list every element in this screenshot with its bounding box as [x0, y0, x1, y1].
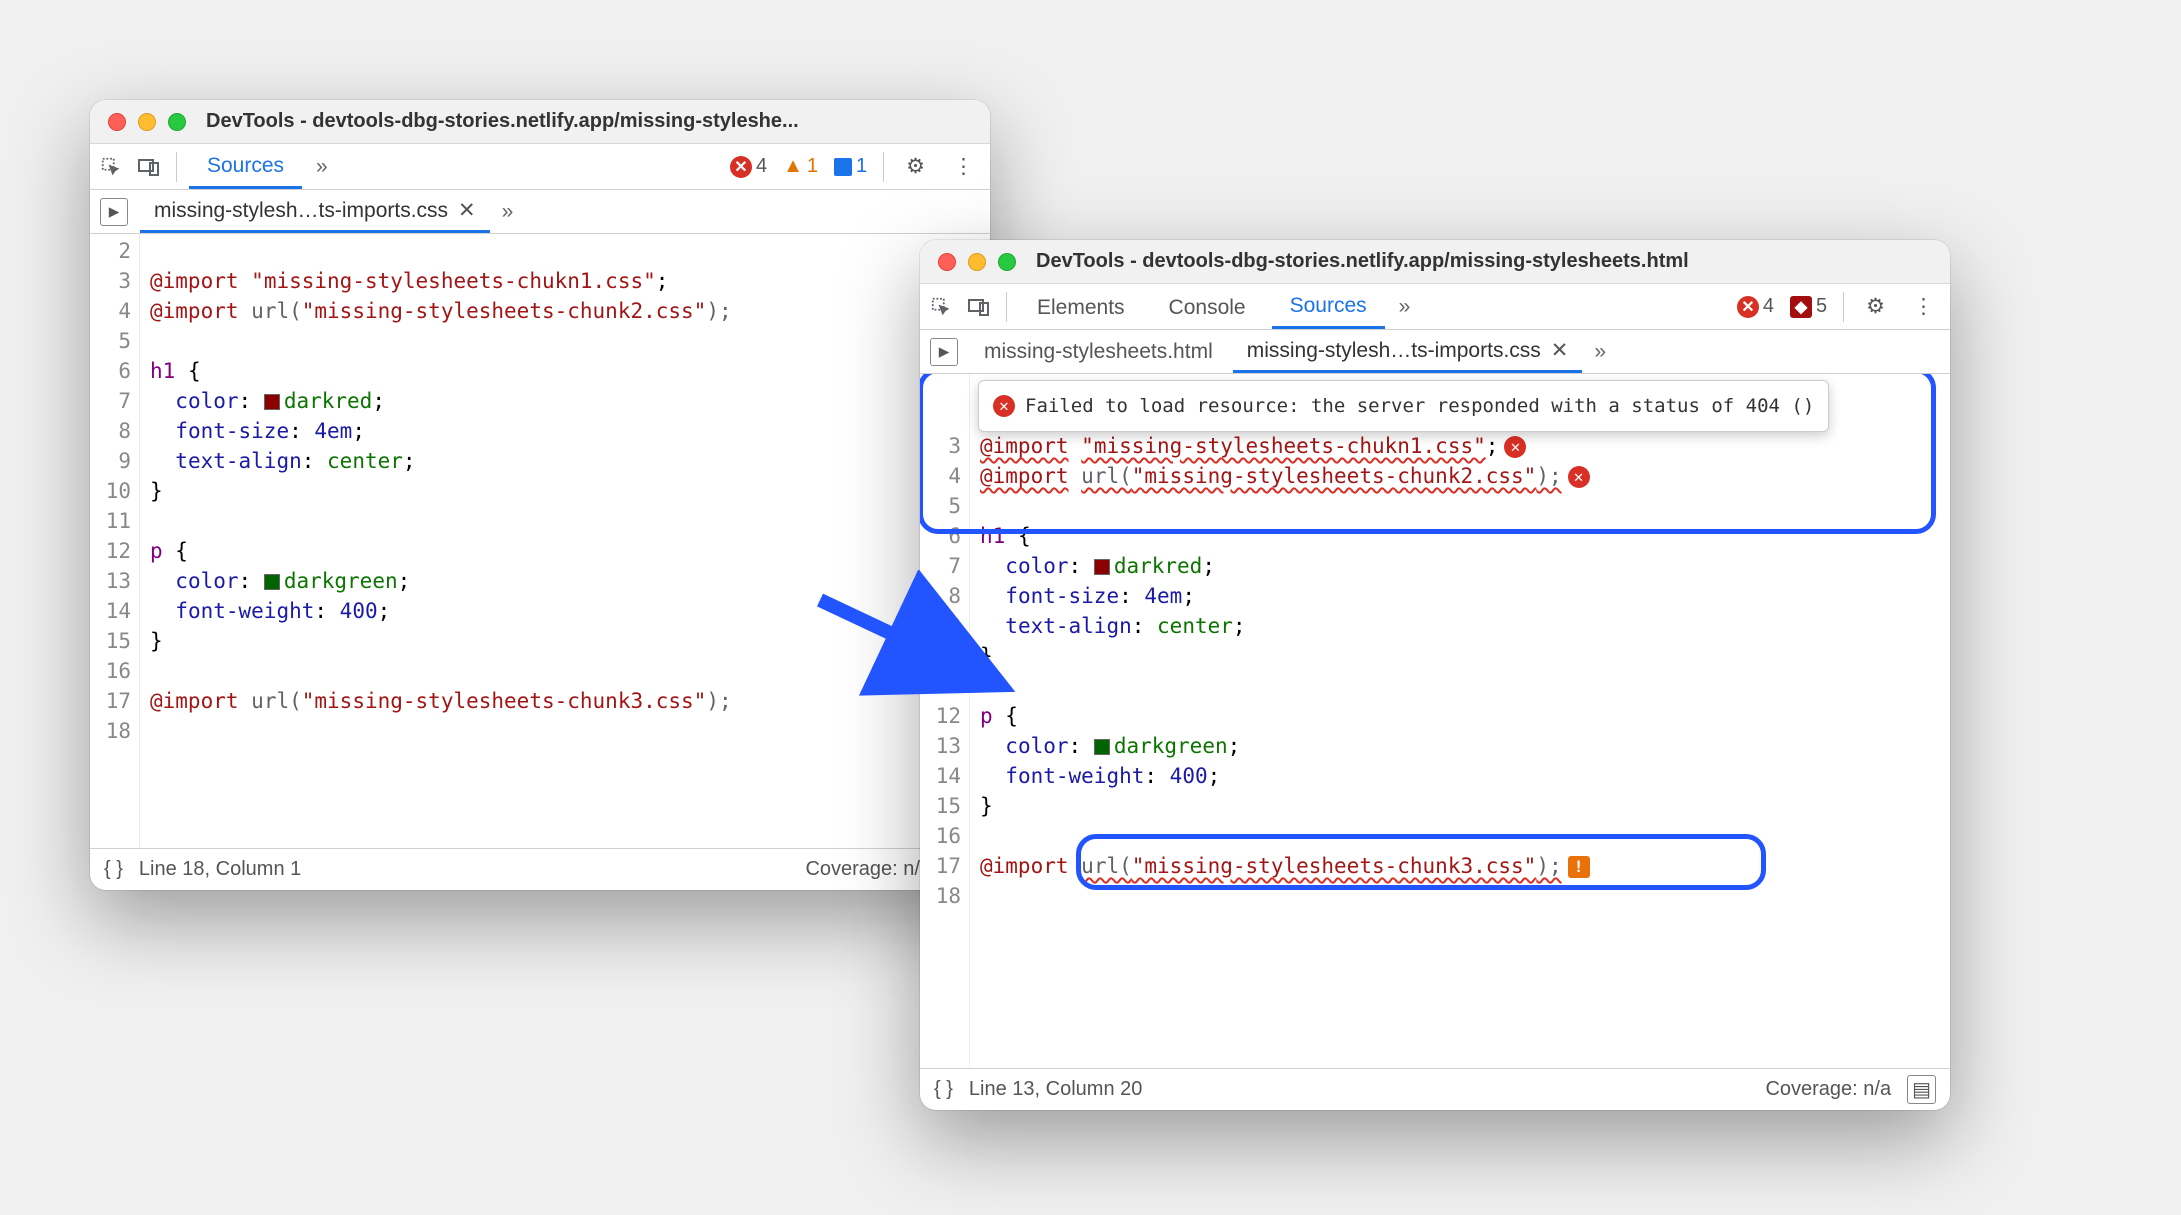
navigator-toggle-icon[interactable]: ▸	[100, 198, 128, 226]
error-badge[interactable]: ✕ 4	[1733, 293, 1778, 320]
color-swatch-darkred[interactable]	[1094, 559, 1110, 575]
zoom-window-button[interactable]	[998, 253, 1016, 271]
settings-icon[interactable]: ⚙	[896, 154, 935, 179]
close-tab-icon[interactable]: ✕	[1551, 338, 1569, 363]
devtools-window-after: DevTools - devtools-dbg-stories.netlify.…	[920, 240, 1950, 1110]
code-content[interactable]: @import "missing-stylesheets-chukn1.css"…	[970, 374, 1950, 1068]
error-icon[interactable]: ✕	[1504, 436, 1526, 458]
main-toolbar: Elements Console Sources » ✕ 4 ◆ 5 ⚙ ⋮	[920, 284, 1950, 330]
inspect-icon[interactable]	[926, 292, 956, 322]
window-title: DevTools - devtools-dbg-stories.netlify.…	[206, 110, 799, 133]
warning-icon[interactable]: !	[1568, 856, 1590, 878]
file-tab-label: missing-stylesh…ts-imports.css	[1247, 339, 1541, 363]
color-swatch-darkgreen[interactable]	[264, 574, 280, 590]
tabs-overflow-icon[interactable]: »	[310, 155, 334, 179]
coverage-label[interactable]: Coverage: n/a	[1765, 1078, 1891, 1101]
tab-elements[interactable]: Elements	[1019, 286, 1143, 328]
close-window-button[interactable]	[108, 113, 126, 131]
file-tab-label: missing-stylesheets.html	[984, 340, 1213, 364]
cursor-position: Line 18, Column 1	[139, 858, 301, 881]
line-gutter: 23456789101112131415161718	[90, 234, 140, 848]
issues-count: 5	[1816, 295, 1827, 318]
braces-icon[interactable]: { }	[104, 858, 123, 881]
info-badge[interactable]: 1	[830, 153, 871, 180]
status-bar: { } Line 13, Column 20 Coverage: n/a ▤	[920, 1068, 1950, 1110]
zoom-window-button[interactable]	[168, 113, 186, 131]
error-icon[interactable]: ✕	[1568, 466, 1590, 488]
coverage-panel-icon[interactable]: ▤	[1907, 1075, 1936, 1104]
inspect-icon[interactable]	[96, 152, 126, 182]
warning-count: 1	[807, 155, 818, 178]
error-icon: ✕	[730, 156, 752, 178]
code-editor[interactable]: 3456789101112131415161718 @import "missi…	[920, 374, 1950, 1068]
error-count: 4	[1763, 295, 1774, 318]
filetabs-overflow-icon[interactable]: »	[1588, 340, 1612, 364]
file-tabs: ▸ missing-stylesh…ts-imports.css ✕ »	[90, 190, 990, 234]
status-bar: { } Line 18, Column 1 Coverage: n/a ▤	[90, 848, 990, 890]
device-toggle-icon[interactable]	[964, 292, 994, 322]
error-tooltip: ✕ Failed to load resource: the server re…	[978, 380, 1829, 432]
traffic-lights	[938, 253, 1016, 271]
warning-badge[interactable]: 1	[779, 153, 822, 180]
tabs-overflow-icon[interactable]: »	[1393, 295, 1417, 319]
file-tabs: ▸ missing-stylesheets.html missing-style…	[920, 330, 1950, 374]
close-tab-icon[interactable]: ✕	[458, 198, 476, 223]
file-tab-css[interactable]: missing-stylesh…ts-imports.css ✕	[140, 190, 490, 233]
warning-icon	[783, 155, 803, 178]
cursor-position: Line 13, Column 20	[969, 1078, 1142, 1101]
line-gutter: 3456789101112131415161718	[920, 374, 970, 1068]
error-icon: ✕	[1737, 296, 1759, 318]
window-title: DevTools - devtools-dbg-stories.netlify.…	[1036, 250, 1689, 273]
color-swatch-darkred[interactable]	[264, 394, 280, 410]
code-editor[interactable]: 23456789101112131415161718 @import "miss…	[90, 234, 990, 848]
kebab-menu-icon[interactable]: ⋮	[1903, 294, 1944, 319]
coverage-label[interactable]: Coverage: n/a	[805, 858, 931, 881]
error-count: 4	[756, 155, 767, 178]
tab-console[interactable]: Console	[1151, 286, 1264, 328]
info-icon	[834, 158, 852, 176]
code-content[interactable]: @import "missing-stylesheets-chukn1.css"…	[140, 234, 990, 848]
close-window-button[interactable]	[938, 253, 956, 271]
main-toolbar: Sources » ✕ 4 1 1 ⚙ ⋮	[90, 144, 990, 190]
error-icon: ✕	[993, 395, 1015, 417]
issues-icon: ◆	[1790, 296, 1812, 318]
issues-badge[interactable]: ◆ 5	[1786, 293, 1831, 320]
info-count: 1	[856, 155, 867, 178]
titlebar: DevTools - devtools-dbg-stories.netlify.…	[920, 240, 1950, 284]
filetabs-overflow-icon[interactable]: »	[496, 200, 520, 224]
tab-sources[interactable]: Sources	[189, 144, 302, 189]
file-tab-css[interactable]: missing-stylesh…ts-imports.css ✕	[1233, 330, 1583, 373]
minimize-window-button[interactable]	[968, 253, 986, 271]
braces-icon[interactable]: { }	[934, 1078, 953, 1101]
file-tab-label: missing-stylesh…ts-imports.css	[154, 199, 448, 223]
tab-sources[interactable]: Sources	[1272, 284, 1385, 329]
error-badge[interactable]: ✕ 4	[726, 153, 771, 180]
file-tab-html[interactable]: missing-stylesheets.html	[970, 332, 1227, 371]
transition-arrow	[800, 570, 1030, 710]
minimize-window-button[interactable]	[138, 113, 156, 131]
navigator-toggle-icon[interactable]: ▸	[930, 338, 958, 366]
color-swatch-darkgreen[interactable]	[1094, 739, 1110, 755]
tooltip-text: Failed to load resource: the server resp…	[1025, 391, 1814, 421]
device-toggle-icon[interactable]	[134, 152, 164, 182]
kebab-menu-icon[interactable]: ⋮	[943, 154, 984, 179]
settings-icon[interactable]: ⚙	[1856, 294, 1895, 319]
titlebar: DevTools - devtools-dbg-stories.netlify.…	[90, 100, 990, 144]
devtools-window-before: DevTools - devtools-dbg-stories.netlify.…	[90, 100, 990, 890]
traffic-lights	[108, 113, 186, 131]
